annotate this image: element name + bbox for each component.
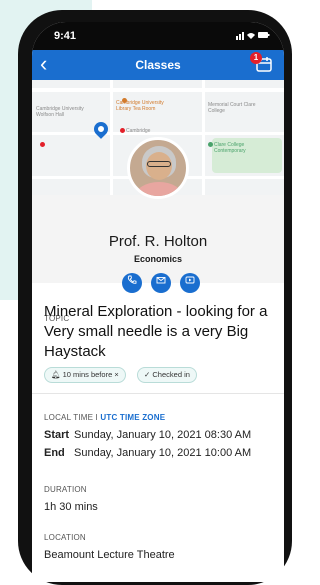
map-label: Cambridge <box>126 128 151 134</box>
map-poi-icon <box>120 128 125 133</box>
map-label: Memorial Court Clare College <box>208 102 256 114</box>
page-title: Classes <box>135 58 181 72</box>
checked-in-chip: ✓ Checked in <box>137 367 197 383</box>
map-road <box>32 132 284 135</box>
end-time-row: End Sunday, January 10, 2021 10:00 AM <box>44 447 251 459</box>
map-road <box>32 88 284 92</box>
reminder-chip-label: 10 mins before <box>62 370 113 379</box>
avatar <box>127 137 189 199</box>
professor-name: Prof. R. Holton <box>108 233 208 250</box>
status-time: 9:41 <box>54 30 77 42</box>
phone-button[interactable] <box>122 273 142 293</box>
duration-value: 1h 30 mins <box>44 501 98 513</box>
phone-icon <box>127 275 137 284</box>
map-pin-icon[interactable] <box>91 119 111 139</box>
start-label: Start <box>44 429 70 441</box>
utc-time-zone-link[interactable]: UTC TIME ZONE <box>100 413 165 422</box>
map-label: Cambridge University Wolfson Hall <box>36 106 84 118</box>
duration-label: DURATION <box>44 485 87 494</box>
remove-reminder-icon[interactable]: × <box>114 370 118 379</box>
local-time-label: LOCAL TIME I UTC TIME ZONE <box>44 413 165 422</box>
map-poi-icon <box>40 142 45 147</box>
map-poi-icon <box>122 98 127 103</box>
check-icon: ✓ <box>144 370 151 379</box>
reminder-chip[interactable]: 🔔︎ 10 mins before × <box>44 367 126 383</box>
status-icons <box>236 30 270 43</box>
status-bar: 9:41 <box>32 22 284 50</box>
notification-badge: 1 <box>250 52 262 64</box>
location-value: Beamount Lecture Theatre <box>44 549 175 561</box>
video-button[interactable] <box>180 273 200 293</box>
avatar-glasses <box>147 161 171 167</box>
checked-in-label: Checked in <box>152 370 190 379</box>
nav-bar: ‹ Classes 1 <box>32 50 284 80</box>
email-button[interactable] <box>151 273 171 293</box>
local-time-text: LOCAL TIME I <box>44 413 101 422</box>
map-poi-icon <box>208 142 213 147</box>
email-icon <box>156 277 166 284</box>
map-road <box>202 80 205 195</box>
end-value: Sunday, January 10, 2021 10:00 AM <box>74 447 252 459</box>
contact-actions <box>122 273 202 293</box>
map-road <box>110 80 113 195</box>
location-label: LOCATION <box>44 533 86 542</box>
professor-department: Economics <box>133 254 182 264</box>
signal-wifi-battery-icon <box>236 32 270 40</box>
divider <box>32 393 284 394</box>
topic-text: Mineral Exploration - looking for a Very… <box>44 303 268 360</box>
start-value: Sunday, January 10, 2021 08:30 AM <box>74 429 252 441</box>
app-screen: 9:41 ‹ Classes 1 Cambridge University Li… <box>32 22 284 582</box>
video-icon <box>185 276 195 284</box>
end-label: End <box>44 447 65 459</box>
map-label: Clare College Contemporary <box>214 142 246 154</box>
bell-icon: 🔔︎ <box>51 370 61 379</box>
start-time-row: Start Sunday, January 10, 2021 08:30 AM <box>44 429 251 441</box>
